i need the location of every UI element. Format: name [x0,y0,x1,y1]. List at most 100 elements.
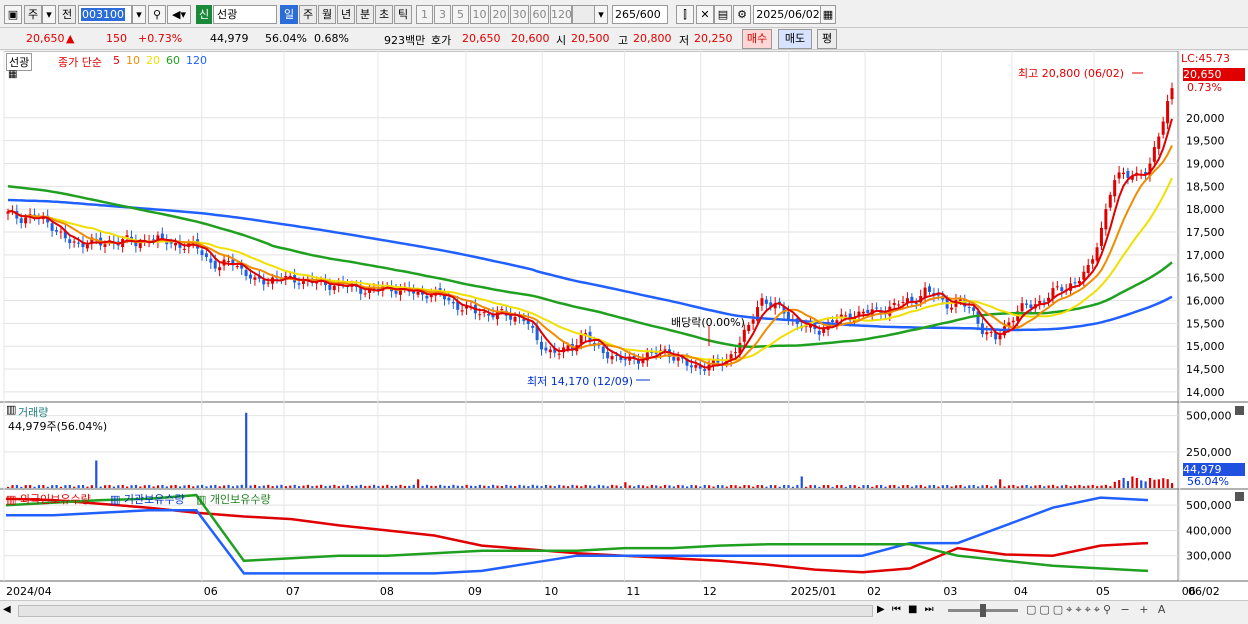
code-dropdown-icon[interactable]: ▾ [132,5,146,24]
volume-bar [663,484,667,488]
volume-bar [1131,476,1134,488]
holdings-pane-close-icon[interactable] [1235,492,1244,501]
speaker-icon[interactable]: ◀▾ [167,5,191,24]
stock-name-field[interactable]: 선광 [213,5,277,24]
volume-bar [24,485,27,488]
volume-bar [465,484,468,488]
candle-body [844,315,848,317]
candle-body [500,308,504,310]
open-label: 시 [556,34,567,47]
volume-bar [430,485,433,488]
period-tab-1[interactable]: 주 [299,5,317,24]
price-tick-label: 19,000 [1186,157,1225,170]
interval-tab-20[interactable]: 20 [490,5,509,24]
volume-bar [302,485,305,488]
volume-bar [760,485,764,488]
market-short-button[interactable]: 전 [58,5,76,24]
interval-tab-60[interactable]: 60 [530,5,549,24]
candle-body [998,335,1002,340]
interval-tab-30[interactable]: 30 [510,5,529,24]
x-tick-label: 08 [380,585,394,598]
volume-bar [694,485,698,488]
grid-toggle-icon[interactable]: ▦ [8,69,17,80]
chevron-down-icon[interactable]: ▾ [42,5,56,24]
chart-tools-icons[interactable]: ▢▢▢⌖⌖⌖⌖⚲ − + A [1026,603,1168,617]
x-tick-label: 10 [544,585,558,598]
candle-body [1082,271,1086,280]
period-tab-6[interactable]: 틱 [394,5,412,24]
candle-body [1095,247,1099,261]
count-field[interactable]: 265/600 [612,5,668,24]
candle-body [892,302,896,306]
candle-body [487,313,491,316]
period-tab-2[interactable]: 월 [318,5,336,24]
volume-bar [611,484,614,488]
candle-type-icon[interactable]: ⫿ [676,5,694,24]
stock-code-input[interactable]: 003100 [78,5,132,24]
volume-bar [148,484,151,488]
volume-bar [77,485,80,488]
candle-body [482,312,486,314]
period-tab-3[interactable]: 년 [337,5,355,24]
interval-tab-120[interactable]: 120 [550,5,572,24]
volume-bar [174,484,177,488]
candle-body [601,346,605,354]
zoom-slider-handle[interactable] [980,604,986,617]
volume-bar [910,486,914,488]
market-selector[interactable]: 주 [24,5,42,24]
volume-bar [509,485,512,488]
sell-button[interactable]: 매도 [778,29,812,49]
buy-button[interactable]: 매수 [742,29,772,49]
date-field[interactable]: 2025/06/02 [753,5,823,24]
volume-bar [972,484,975,488]
candle-body [1161,121,1165,135]
volume-bar [196,485,199,488]
period-tab-5[interactable]: 초 [375,5,393,24]
search-icon[interactable]: ⚲ [148,5,166,24]
interval-tab-1[interactable]: 1 [416,5,433,24]
volume-bar [143,485,146,488]
candle-body [1099,227,1103,246]
chart-svg[interactable]: 14,000 14,500 15,000 15,500 16,000 16,500 17,0… [0,50,1248,621]
window-icon[interactable]: ▣ [4,5,22,24]
volume-bar [447,485,451,488]
volume-pane-close-icon[interactable] [1235,406,1244,415]
volume-bar [350,485,354,488]
x-tick-label: 2025/01 [791,585,837,598]
chevron-down-icon[interactable]: ▾ [594,5,608,24]
crosshair-icon[interactable]: ✕ [696,5,714,24]
high-price: 20,800 [633,32,672,45]
interval-tab-5[interactable]: 5 [452,5,469,24]
calendar-icon[interactable]: ▦ [820,5,836,24]
turnover-percent: 0.68% [314,32,349,45]
volume-bar [178,486,182,488]
volume-bar [743,484,746,488]
candle-body [1025,303,1028,305]
candle-body [249,274,252,279]
period-tab-4[interactable]: 분 [356,5,374,24]
gear-icon[interactable]: ⚙ [733,5,751,24]
interval-tab-10[interactable]: 10 [470,5,489,24]
volume-bar [306,484,310,488]
interval-tab-3[interactable]: 3 [434,5,451,24]
x-tick-label: 05 [1096,585,1110,598]
volume-bar [686,486,689,488]
ask-price: 20,650 [462,32,501,45]
candle-body [734,352,737,354]
volume-bar [1060,485,1063,488]
candle-body [1108,194,1112,208]
volume-bar [641,485,645,488]
scroll-left-icon[interactable]: ◀ [3,604,15,618]
playback-controls[interactable]: ▶ ⏮ ■ ⏭ [877,604,936,615]
volume-bar [183,485,186,488]
period-tab-0[interactable]: 일 [280,5,298,24]
candle-body [297,283,301,285]
evaluate-button[interactable]: 평 [817,29,837,49]
candle-body [579,334,583,344]
volume-bar [977,486,980,488]
candle-body [972,307,976,311]
volume-bar [1096,486,1099,488]
volume-bar [747,485,750,488]
save-icon[interactable]: ▤ [714,5,732,24]
horizontal-scrollbar[interactable] [18,605,873,617]
